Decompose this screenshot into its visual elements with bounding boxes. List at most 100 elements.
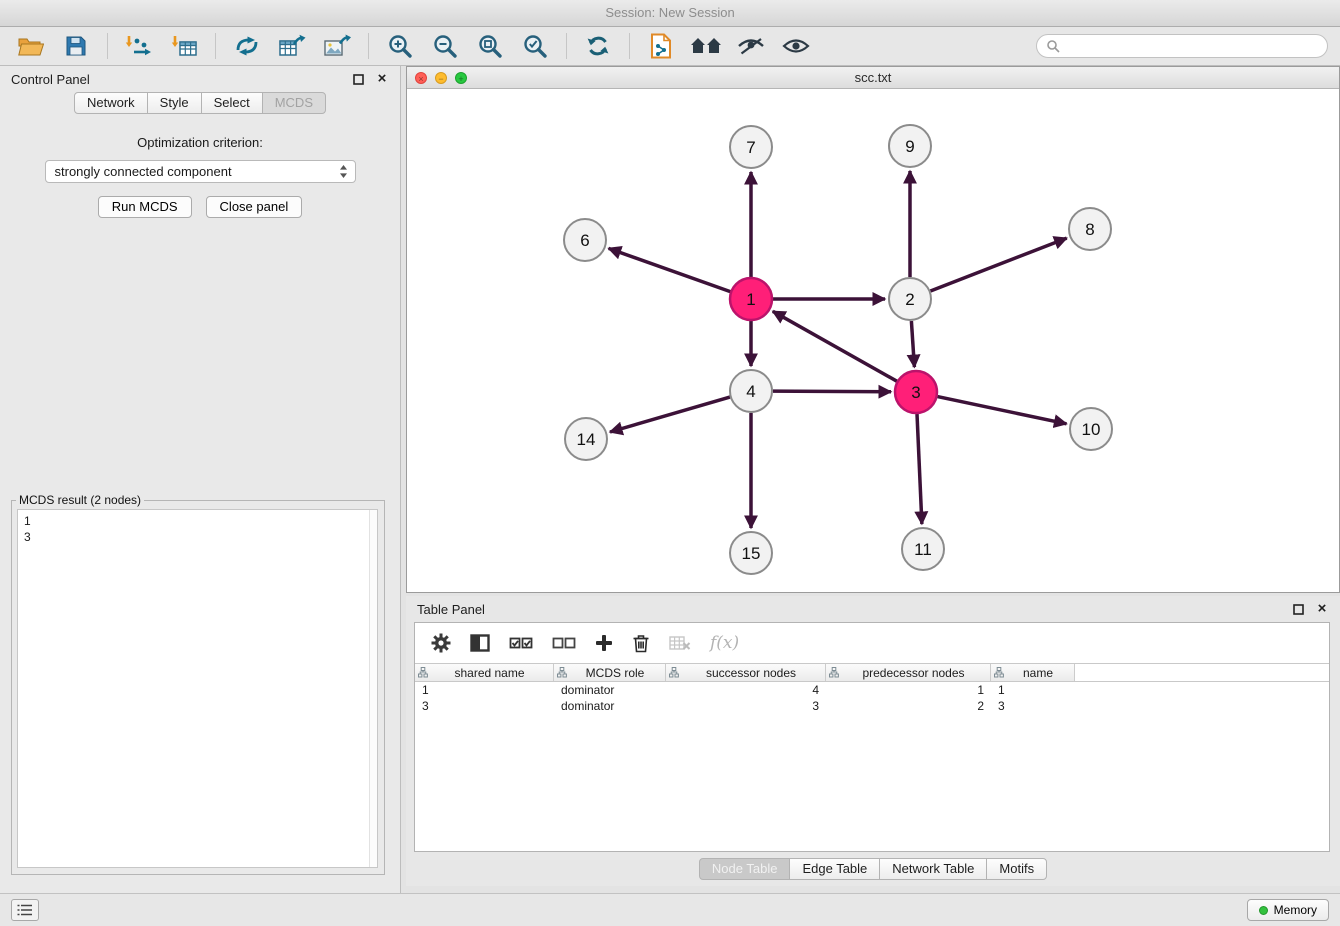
search-input[interactable] <box>1066 39 1318 53</box>
table-tab-network-table[interactable]: Network Table <box>879 858 987 880</box>
graph-node-label: 14 <box>577 430 596 449</box>
document-network-button[interactable] <box>642 29 680 63</box>
export-image-button[interactable] <box>318 29 356 63</box>
graph-edge-1-6[interactable] <box>609 248 731 291</box>
add-column-button[interactable] <box>595 634 613 652</box>
table-tab-edge-table[interactable]: Edge Table <box>789 858 880 880</box>
toolbar-separator <box>368 33 369 59</box>
table-panel-header: Table Panel × <box>406 596 1340 622</box>
maximize-window-button[interactable]: + <box>455 72 467 84</box>
column-header-label: MCDS role <box>568 666 662 680</box>
zoom-in-button[interactable] <box>381 29 419 63</box>
deselect-all-button[interactable] <box>552 635 576 651</box>
export-image-icon <box>323 34 351 58</box>
toolbar-separator <box>215 33 216 59</box>
minimize-window-button[interactable]: − <box>435 72 447 84</box>
import-network-button[interactable] <box>120 29 158 63</box>
delete-table-button[interactable] <box>669 635 691 651</box>
column-header-label: name <box>1005 666 1071 680</box>
column-header-label: shared name <box>429 666 550 680</box>
sort-icon <box>994 667 1004 678</box>
document-network-icon <box>649 33 673 59</box>
network-from-selection-button[interactable] <box>228 29 266 63</box>
table-toolbar: f(x) <box>415 623 1329 663</box>
save-icon <box>65 35 87 57</box>
float-panel-icon[interactable] <box>351 72 365 86</box>
network-window-title: scc.txt <box>855 70 892 85</box>
graph-edge-4-14[interactable] <box>610 397 730 432</box>
optimization-criterion-select[interactable]: strongly connected component <box>45 160 356 183</box>
graph-edge-3-11[interactable] <box>917 414 922 524</box>
search-box[interactable] <box>1036 34 1328 58</box>
function-builder-button[interactable]: f(x) <box>710 633 739 653</box>
column-header-successor-nodes[interactable]: successor nodes <box>666 664 826 681</box>
graph-edge-3-10[interactable] <box>938 397 1067 424</box>
trash-icon <box>632 633 650 653</box>
control-panel-tabs: NetworkStyleSelectMCDS <box>0 92 400 114</box>
result-scrollbar[interactable] <box>369 510 377 867</box>
table-cell: dominator <box>554 682 666 698</box>
refresh-icon <box>585 33 611 59</box>
column-header-name[interactable]: name <box>991 664 1075 681</box>
show-columns-button[interactable] <box>470 634 490 652</box>
table-row[interactable]: 3dominator323 <box>415 698 1329 714</box>
save-session-button[interactable] <box>57 29 95 63</box>
table-header-row: shared name MCDS role successor nodesprede… <box>415 663 1329 682</box>
delete-table-icon <box>669 635 691 651</box>
close-table-panel-icon[interactable]: × <box>1315 602 1329 616</box>
table-settings-button[interactable] <box>431 633 451 653</box>
tab-mcds[interactable]: MCDS <box>262 92 326 114</box>
close-window-button[interactable]: × <box>415 72 427 84</box>
network-canvas[interactable]: 7968124314101511 <box>407 90 1339 592</box>
refresh-button[interactable] <box>579 29 617 63</box>
zoom-out-button[interactable] <box>426 29 464 63</box>
sort-icon <box>418 667 428 678</box>
window-titlebar: Session: New Session <box>0 0 1340 27</box>
zoom-selected-icon <box>522 33 548 59</box>
table-body: 1dominator4113dominator323 <box>415 682 1329 714</box>
float-table-panel-icon[interactable] <box>1291 602 1305 616</box>
close-panel-icon[interactable]: × <box>375 72 389 86</box>
graph-node-label: 9 <box>905 137 914 156</box>
hide-details-button[interactable] <box>732 29 770 63</box>
tab-style[interactable]: Style <box>147 92 202 114</box>
graph-node-label: 7 <box>746 138 755 157</box>
table-tab-motifs[interactable]: Motifs <box>986 858 1047 880</box>
close-panel-button[interactable]: Close panel <box>206 196 303 218</box>
open-file-button[interactable] <box>12 29 50 63</box>
import-table-button[interactable] <box>165 29 203 63</box>
graph-edge-2-3[interactable] <box>911 321 914 367</box>
graph-node-label: 2 <box>905 290 914 309</box>
select-all-button[interactable] <box>509 635 533 651</box>
import-network-icon <box>124 34 154 58</box>
open-folder-icon <box>18 35 44 57</box>
tab-network[interactable]: Network <box>74 92 148 114</box>
home-button[interactable] <box>687 29 725 63</box>
network-view-window: × − + scc.txt 7968124314101511 <box>406 66 1340 593</box>
zoom-fit-button[interactable] <box>471 29 509 63</box>
column-header-predecessor-nodes[interactable]: predecessor nodes <box>826 664 991 681</box>
memory-button[interactable]: Memory <box>1247 899 1329 921</box>
graph-node-label: 8 <box>1085 220 1094 239</box>
table-row[interactable]: 1dominator411 <box>415 682 1329 698</box>
task-history-button[interactable] <box>11 899 39 921</box>
column-header-shared-name[interactable]: shared name <box>415 664 554 681</box>
mcds-result-list[interactable]: 1 3 <box>17 509 378 868</box>
graph-edge-3-1[interactable] <box>773 311 897 381</box>
gear-icon <box>431 633 451 653</box>
tab-select[interactable]: Select <box>201 92 263 114</box>
column-header-mcds-role[interactable]: MCDS role <box>554 664 666 681</box>
run-mcds-button[interactable]: Run MCDS <box>98 196 192 218</box>
zoom-in-icon <box>387 33 413 59</box>
delete-column-button[interactable] <box>632 633 650 653</box>
table-tab-node-table[interactable]: Node Table <box>699 858 791 880</box>
graph-node-label: 1 <box>746 290 755 309</box>
export-table-button[interactable] <box>273 29 311 63</box>
show-details-button[interactable] <box>777 29 815 63</box>
graph-node-label: 3 <box>911 383 920 402</box>
graph-edge-4-3[interactable] <box>773 391 891 392</box>
select-all-icon <box>509 635 533 651</box>
network-graph[interactable]: 7968124314101511 <box>407 90 1339 593</box>
zoom-selected-button[interactable] <box>516 29 554 63</box>
graph-edge-2-8[interactable] <box>931 238 1067 291</box>
